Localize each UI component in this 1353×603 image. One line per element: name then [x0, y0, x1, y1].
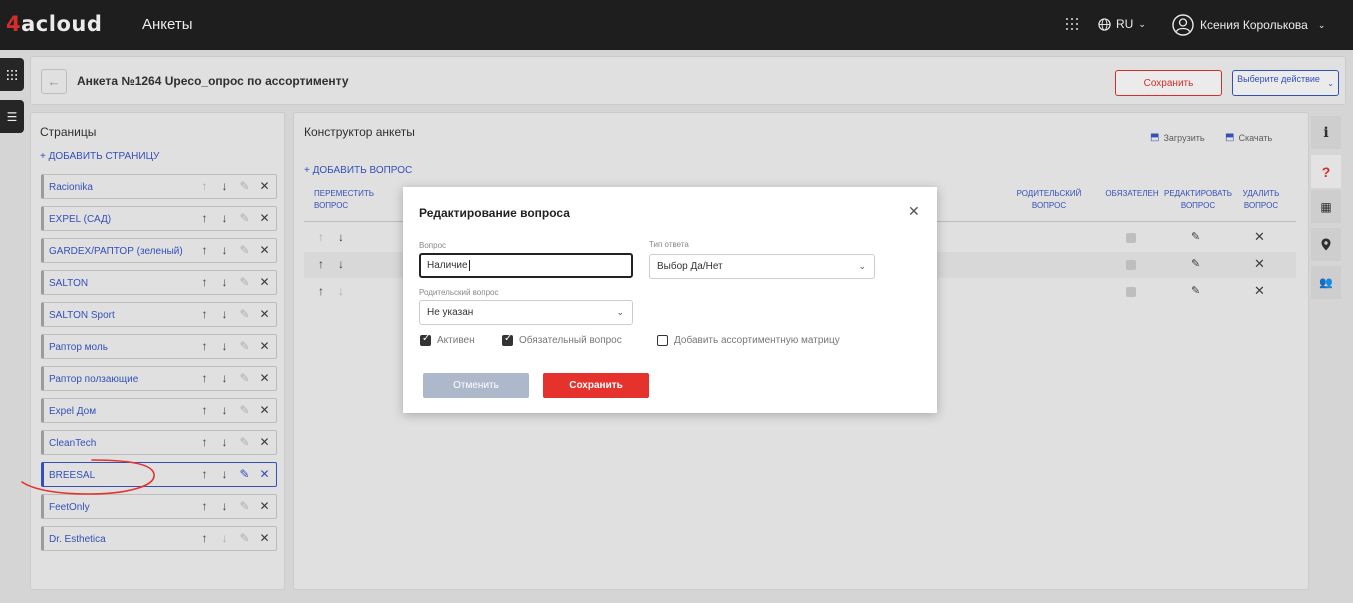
active-checkbox-box — [420, 333, 431, 346]
cancel-button[interactable]: Отменить — [423, 373, 529, 398]
active-label: Активен — [437, 335, 475, 346]
required-checkbox[interactable]: Обязательный вопрос — [502, 333, 622, 346]
question-label: Вопрос — [419, 241, 447, 250]
close-icon[interactable]: ✕ — [908, 203, 920, 220]
answer-type-select[interactable]: Выбор Да/Нет ⌄ — [649, 254, 875, 279]
question-input[interactable]: Наличие — [419, 253, 633, 278]
modal-save-button[interactable]: Сохранить — [543, 373, 649, 398]
matrix-checkbox-box — [657, 335, 668, 346]
chevron-down-icon: ⌄ — [616, 307, 624, 317]
parent-question-label: Родительский вопрос — [419, 288, 499, 297]
modal-title: Редактирование вопроса — [419, 206, 570, 220]
active-checkbox[interactable]: Активен — [420, 333, 475, 346]
required-checkbox-box — [502, 333, 513, 346]
question-value: Наличие — [427, 260, 468, 271]
answer-type-value: Выбор Да/Нет — [657, 261, 723, 272]
chevron-down-icon: ⌄ — [858, 261, 866, 271]
matrix-label: Добавить ассортиментную матрицу — [674, 335, 840, 346]
edit-question-modal: Редактирование вопроса ✕ Вопрос Наличие … — [403, 187, 937, 413]
required-label: Обязательный вопрос — [519, 335, 622, 346]
answer-type-label: Тип ответа — [649, 240, 689, 249]
parent-question-select[interactable]: Не указан ⌄ — [419, 300, 633, 325]
text-caret — [468, 260, 470, 271]
matrix-checkbox[interactable]: Добавить ассортиментную матрицу — [657, 335, 840, 346]
parent-question-value: Не указан — [427, 307, 474, 318]
